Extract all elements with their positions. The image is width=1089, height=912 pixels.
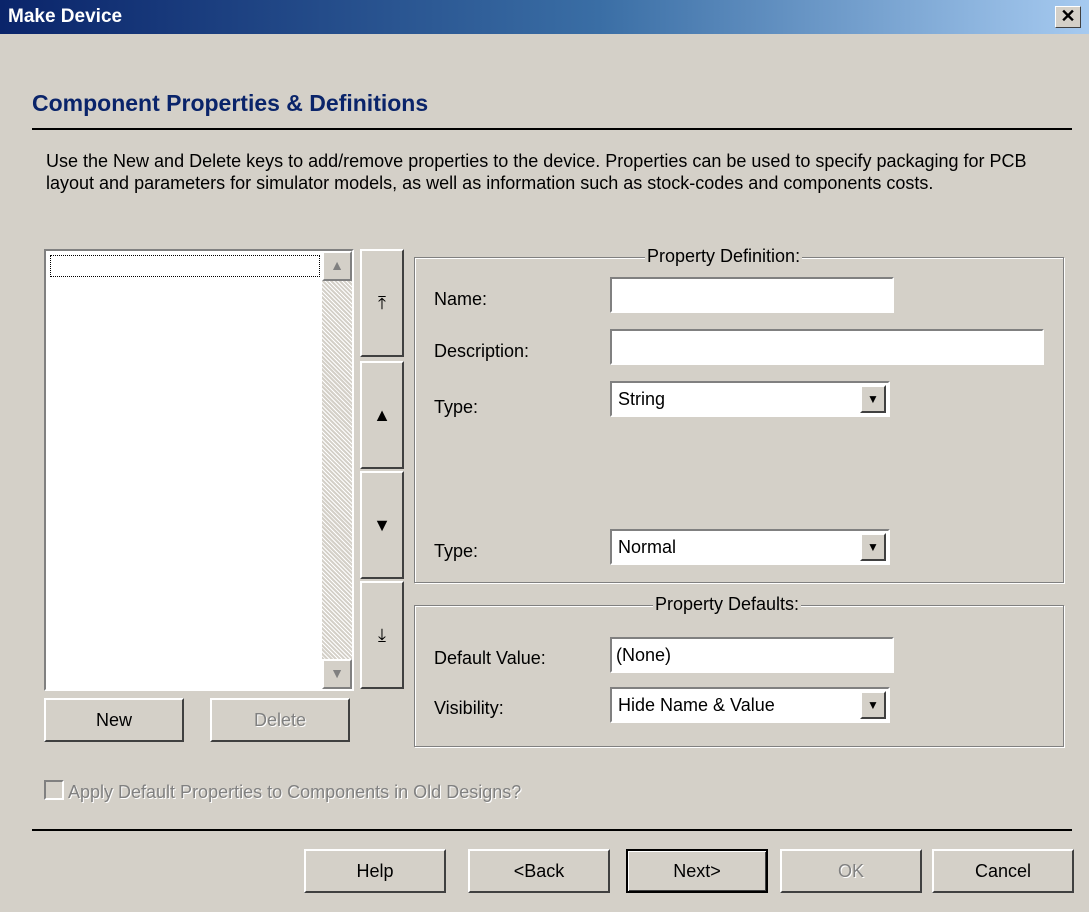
cancel-button-label: Cancel [974, 860, 1032, 881]
default-value-label: Default Value: [434, 648, 546, 668]
next-button-label: Next> [673, 860, 721, 881]
help-button-label: Help [356, 860, 394, 881]
new-button-label: New [95, 709, 132, 730]
chevron-down-icon[interactable]: ▼ [860, 691, 886, 719]
scroll-up-button[interactable]: ▲ [322, 251, 352, 281]
description-label: Description: [434, 341, 530, 361]
cancel-button[interactable]: Cancel [932, 849, 1074, 893]
window-title: Make Device [8, 6, 123, 27]
next-button[interactable]: Next> [626, 849, 768, 893]
type-label: Type: [434, 397, 479, 417]
property-list[interactable]: ▲ ▼ [44, 249, 354, 691]
move-to-bottom-button[interactable]: ⤓ [360, 581, 404, 689]
type2-label: Type: [434, 541, 479, 561]
scroll-up-icon: ▲ [330, 257, 344, 273]
back-button[interactable]: <Back [468, 849, 610, 893]
new-button[interactable]: New [44, 698, 184, 742]
list-item[interactable] [50, 255, 320, 277]
apply-default-label: Apply Default Properties to Components i… [68, 782, 522, 802]
chevron-down-icon[interactable]: ▼ [860, 385, 886, 413]
intro-text: Use the New and Delete keys to add/remov… [46, 151, 1027, 193]
visibility-label: Visibility: [434, 698, 504, 718]
help-button[interactable]: Help [304, 849, 446, 893]
move-up-button[interactable]: ▲ [360, 361, 404, 469]
chevron-down-icon[interactable]: ▼ [860, 533, 886, 561]
property-defaults-group: Property Defaults: [414, 594, 1064, 747]
default-value-field[interactable] [610, 637, 894, 673]
move-to-top-button[interactable]: ⤒ [360, 249, 404, 357]
property-definition-legend: Property Definition: [645, 246, 803, 267]
delete-button[interactable]: Delete [210, 698, 350, 742]
arrow-down-icon: ▼ [373, 514, 391, 535]
scroll-down-icon: ▼ [330, 665, 344, 681]
arrow-up-icon: ▲ [373, 404, 391, 425]
title-bar: Make Device ✕ [0, 0, 1089, 34]
scroll-down-button[interactable]: ▼ [322, 659, 352, 689]
make-device-dialog: Make Device ✕ Component Properties & Def… [0, 0, 1089, 912]
close-button[interactable]: ✕ [1055, 6, 1081, 28]
delete-button-label: Delete [253, 709, 307, 730]
move-top-icon: ⤒ [378, 292, 386, 313]
page-title: Component Properties & Definitions [32, 90, 429, 116]
property-defaults-legend: Property Defaults: [653, 594, 802, 615]
footer-divider [32, 829, 1072, 831]
heading-divider [32, 128, 1072, 130]
visibility-select-value: Hide Name & Value [618, 695, 775, 715]
checkbox-box[interactable] [44, 780, 64, 800]
name-field[interactable] [610, 277, 894, 313]
type-select-value: String [618, 389, 666, 409]
back-button-label: <Back [513, 860, 565, 881]
name-label: Name: [434, 289, 488, 309]
move-bottom-icon: ⤓ [378, 624, 386, 645]
type2-select-value: Normal [618, 537, 677, 557]
close-icon: ✕ [1060, 6, 1076, 26]
list-scrollbar[interactable]: ▲ ▼ [322, 251, 352, 689]
visibility-select[interactable]: Hide Name & Value ▼ [610, 687, 890, 723]
move-down-button[interactable]: ▼ [360, 471, 404, 579]
type2-select[interactable]: Normal ▼ [610, 529, 890, 565]
ok-button[interactable]: OK [780, 849, 922, 893]
apply-default-checkbox[interactable]: Apply Default Properties to Components i… [44, 780, 521, 803]
description-field[interactable] [610, 329, 1044, 365]
ok-button-label: OK [837, 860, 864, 881]
type-select[interactable]: String ▼ [610, 381, 890, 417]
